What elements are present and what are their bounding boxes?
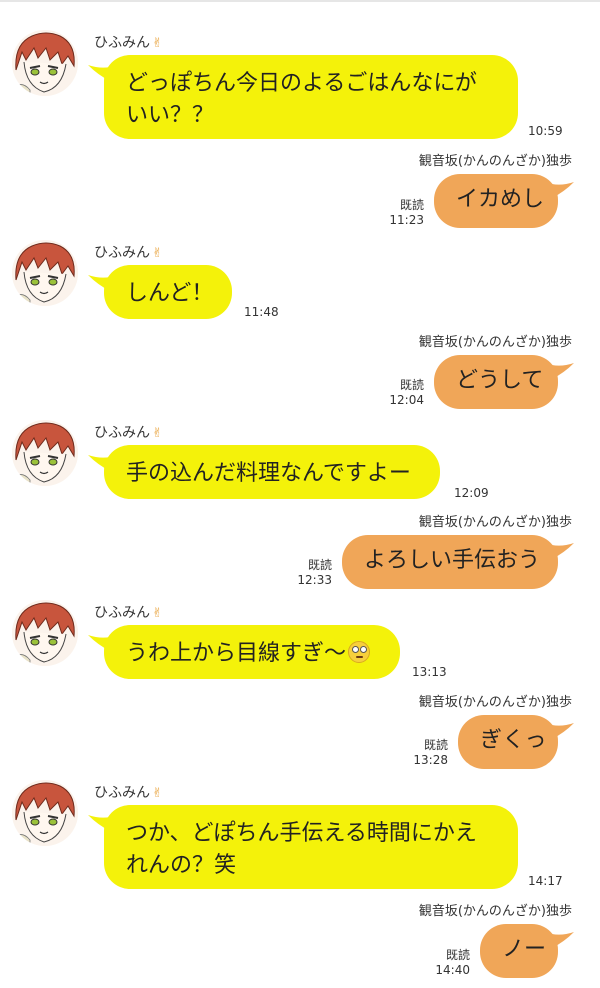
message-text: うわ上から目線すぎ〜: [126, 638, 378, 670]
sender-name: ひふみん ✌: [94, 422, 163, 442]
emoji-mouth: [356, 656, 364, 658]
message-text: れんの？笑: [126, 853, 237, 878]
my-name: 観音坂(かんのんざか)独歩: [418, 515, 572, 530]
read-label: 既読: [399, 378, 424, 392]
victory-hand-icon: ✌: [152, 786, 163, 801]
message-text: イカめし: [456, 187, 545, 212]
read-receipt: 既読 12:04: [389, 378, 424, 408]
message-bubble[interactable]: つか、どぽちん手伝える時間にかえ れんの？笑: [104, 805, 518, 889]
message-bubble[interactable]: どっぽちん今日のよるごはんなにが いい？？: [104, 55, 518, 139]
my-name: 観音坂(かんのんざか)独歩: [418, 335, 572, 350]
message-text: ぎくっ: [480, 728, 547, 753]
message-time: 13:28: [413, 753, 448, 767]
my-name: 観音坂(かんのんざか)独歩: [418, 695, 572, 710]
read-receipt: 既読 12:33: [297, 558, 332, 588]
my-name: 観音坂(かんのんざか)独歩: [418, 154, 572, 169]
message-time: 11:48: [244, 305, 279, 319]
my-name: 観音坂(かんのんざか)独歩: [418, 904, 572, 919]
message-bubble[interactable]: イカめし: [434, 174, 558, 228]
face-with-rolling-eyes-icon: [348, 641, 371, 663]
sender-name: ひふみん ✌: [94, 32, 163, 52]
message-text: どうして: [456, 368, 544, 393]
message-bubble[interactable]: ノー: [480, 924, 558, 978]
message-time: 12:09: [454, 486, 489, 500]
avatar[interactable]: [12, 420, 78, 486]
sender-name-text: ひふみん: [94, 605, 150, 621]
message-text: つか、どぽちん手伝える時間にかえ: [126, 821, 477, 846]
sender-name: ひふみん ✌: [94, 242, 163, 262]
message-text: ノー: [502, 937, 547, 962]
victory-hand-icon: ✌: [152, 246, 163, 261]
avatar[interactable]: [12, 240, 78, 306]
message-text: いい？？: [126, 103, 215, 128]
message-text: どっぽちん今日のよるごはんなにが: [126, 71, 477, 96]
read-label: 既読: [423, 738, 448, 752]
read-receipt: 既読 11:23: [389, 198, 424, 228]
sender-name-text: ひふみん: [94, 35, 150, 51]
message-text: 手の込んだ料理なんですよー: [126, 461, 411, 486]
sender-name: ひふみん ✌: [94, 602, 163, 622]
message-bubble[interactable]: どうして: [434, 355, 558, 409]
read-receipt: 既読 14:40: [435, 948, 470, 978]
message-bubble[interactable]: ぎくっ: [458, 715, 558, 769]
message-text: しんど！: [126, 281, 214, 306]
message-bubble[interactable]: 手の込んだ料理なんですよー: [104, 445, 440, 499]
avatar[interactable]: [12, 600, 78, 666]
read-receipt: 既読 13:28: [413, 738, 448, 768]
victory-hand-icon: ✌: [152, 606, 163, 621]
sender-name-text: ひふみん: [94, 245, 150, 261]
avatar[interactable]: [12, 780, 78, 846]
sender-name-text: ひふみん: [94, 785, 150, 801]
message-bubble[interactable]: しんど！: [104, 265, 232, 319]
read-label: 既読: [307, 558, 332, 572]
chat-message-list[interactable]: ひふみん ✌ どっぽちん今日のよるごはんなにが いい？？ 10:59 観音坂(かんのんざか…: [0, 0, 600, 988]
sender-name-text: ひふみん: [94, 425, 150, 441]
message-bubble[interactable]: よろしい手伝おう: [342, 535, 558, 589]
sender-name: ひふみん ✌: [94, 782, 163, 802]
message-time: 14:40: [435, 963, 470, 977]
message-time: 13:13: [412, 665, 447, 679]
avatar[interactable]: [12, 30, 78, 96]
read-label: 既読: [399, 198, 424, 212]
read-label: 既読: [445, 948, 470, 962]
message-time: 11:23: [389, 213, 424, 227]
message-time: 10:59: [528, 124, 563, 138]
message-time: 12:04: [389, 393, 424, 407]
message-bubble[interactable]: うわ上から目線すぎ〜: [104, 625, 400, 679]
message-time: 12:33: [297, 573, 332, 587]
message-time: 14:17: [528, 874, 563, 888]
message-text: よろしい手伝おう: [364, 548, 541, 573]
victory-hand-icon: ✌: [152, 426, 163, 441]
victory-hand-icon: ✌: [152, 36, 163, 51]
